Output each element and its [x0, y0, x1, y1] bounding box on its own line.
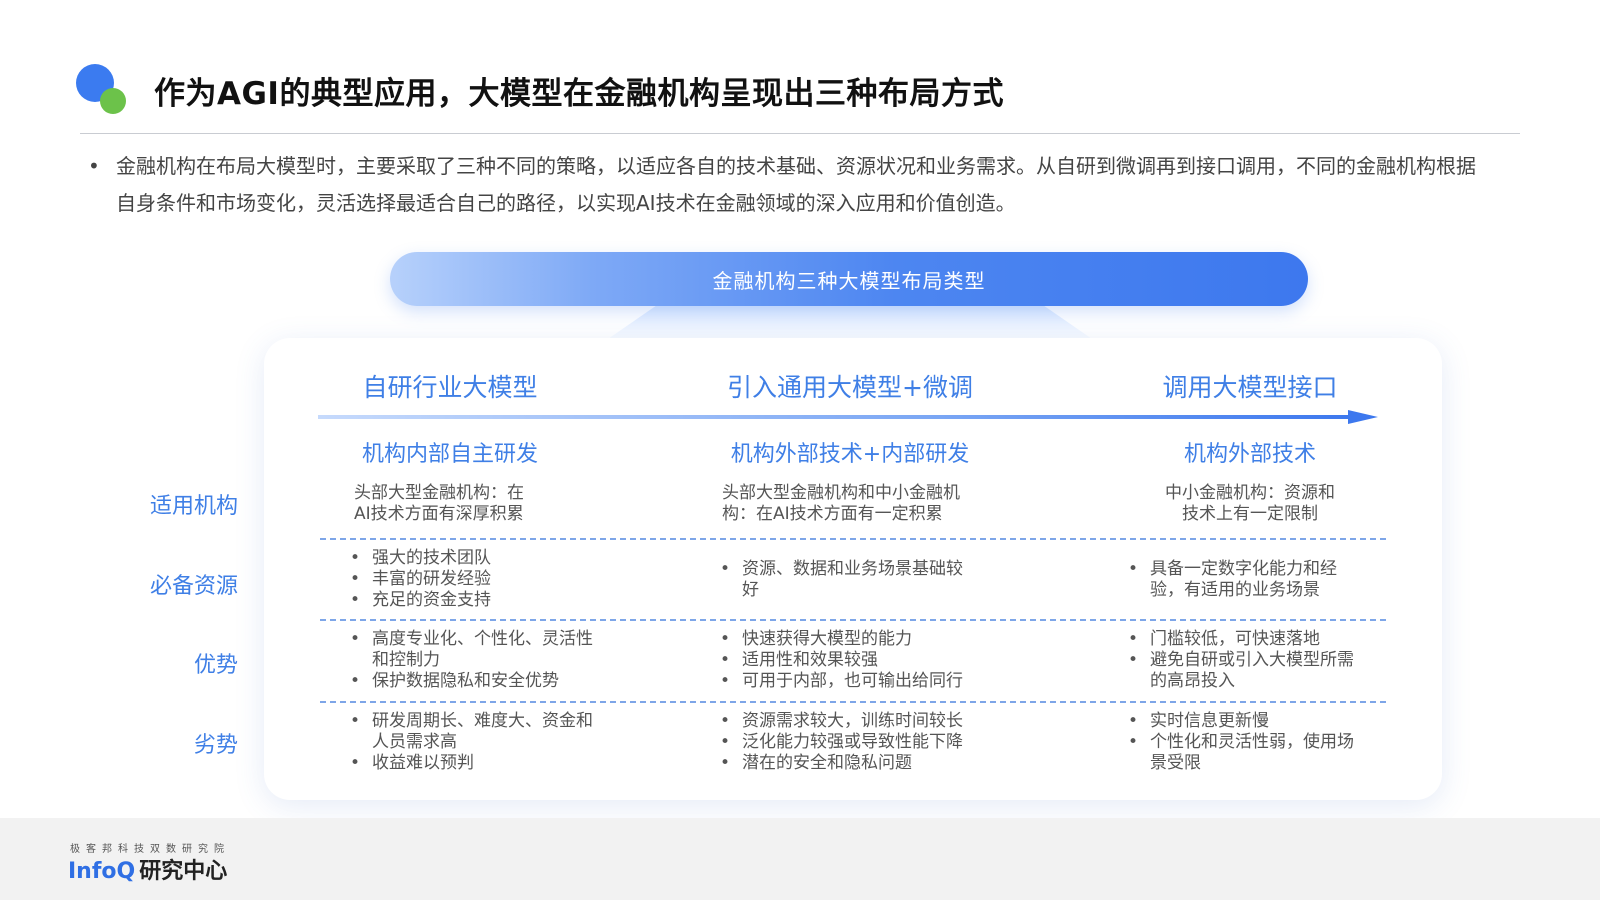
cell-disadvantages-col1: 研发周期长、难度大、资金和人员需求高 收益难以预判 — [348, 711, 608, 774]
cell-applicable-col2: 头部大型金融机构和中小金融机 构：在AI技术方面有一定积累 — [722, 483, 1012, 525]
progression-arrow — [318, 410, 1378, 424]
list-item: 可用于内部，也可输出给同行 — [718, 671, 1008, 692]
row-divider — [320, 701, 1386, 703]
list-item: 强大的技术团队 — [348, 548, 628, 569]
list-item: 具备一定数字化能力和经验，有适用的业务场景 — [1126, 559, 1366, 601]
cell-line: AI技术方面有深厚积累 — [354, 504, 524, 524]
cell-resources-col1: 强大的技术团队 丰富的研发经验 充足的资金支持 — [348, 548, 628, 611]
logo-green-dot — [100, 88, 126, 114]
cell-line: 构：在AI技术方面有一定积累 — [722, 504, 943, 524]
col-sub-api: 机构外部技术 — [1183, 442, 1316, 467]
cell-resources-col2: 资源、数据和业务场景基础较好 — [718, 559, 968, 601]
intro-paragraph: • 金融机构在布局大模型时，主要采取了三种不同的策略，以适应各自的技术基础、资源… — [88, 148, 1488, 222]
intro-bullet: • — [88, 154, 100, 178]
cell-applicable-col1: 头部大型金融机构：在 AI技术方面有深厚积累 — [354, 483, 614, 525]
row-label-applicable: 适用机构 — [149, 494, 238, 519]
footer-brand-logo: InfoQ 研究中心 — [68, 853, 227, 885]
cell-disadvantages-col2: 资源需求较大，训练时间较长 泛化能力较强或导致性能下降 潜在的安全和隐私问题 — [718, 711, 1008, 774]
cell-line: 头部大型金融机构和中小金融机 — [722, 483, 960, 503]
brand-research-center: 研究中心 — [139, 859, 228, 884]
list-item: 避免自研或引入大模型所需的高昂投入 — [1126, 650, 1366, 692]
list-item: 保护数据隐私和安全优势 — [348, 671, 608, 692]
list-item: 高度专业化、个性化、灵活性和控制力 — [348, 629, 608, 671]
footer-bar — [0, 818, 1600, 900]
row-divider — [320, 538, 1386, 540]
cell-resources-col3: 具备一定数字化能力和经验，有适用的业务场景 — [1126, 559, 1366, 601]
list-item: 收益难以预判 — [348, 753, 608, 774]
list-item: 门槛较低，可快速落地 — [1126, 629, 1366, 650]
list-item: 个性化和灵活性弱，使用场景受限 — [1126, 732, 1366, 774]
row-divider — [320, 619, 1386, 621]
cell-advantages-col1: 高度专业化、个性化、灵活性和控制力 保护数据隐私和安全优势 — [348, 629, 608, 692]
cell-advantages-col2: 快速获得大模型的能力 适用性和效果较强 可用于内部，也可输出给同行 — [718, 629, 1008, 692]
cell-line: 头部大型金融机构：在 — [354, 483, 524, 503]
cell-disadvantages-col3: 实时信息更新慢 个性化和灵活性弱，使用场景受限 — [1126, 711, 1366, 774]
brand-infoq: InfoQ — [68, 859, 136, 884]
page-title: 作为AGI的典型应用，大模型在金融机构呈现出三种布局方式 — [154, 76, 1004, 112]
col-title-api: 调用大模型接口 — [1162, 373, 1338, 402]
col-title-fine-tune: 引入通用大模型+微调 — [727, 373, 973, 402]
list-item: 泛化能力较强或导致性能下降 — [718, 732, 1008, 753]
row-label-advantages: 优势 — [193, 653, 238, 678]
list-item: 适用性和效果较强 — [718, 650, 1008, 671]
list-item: 充足的资金支持 — [348, 590, 628, 611]
banner-glow — [606, 300, 1094, 340]
list-item: 实时信息更新慢 — [1126, 711, 1366, 732]
row-label-resources: 必备资源 — [149, 574, 238, 599]
list-item: 研发周期长、难度大、资金和人员需求高 — [348, 711, 608, 753]
cell-applicable-col3: 中小金融机构：资源和 技术上有一定限制 — [1120, 483, 1380, 525]
cell-advantages-col3: 门槛较低，可快速落地 避免自研或引入大模型所需的高昂投入 — [1126, 629, 1366, 692]
col-title-self-developed: 自研行业大模型 — [362, 373, 538, 402]
list-item: 资源需求较大，训练时间较长 — [718, 711, 1008, 732]
intro-text: 金融机构在布局大模型时，主要采取了三种不同的策略，以适应各自的技术基础、资源状况… — [116, 154, 1476, 215]
cell-line: 中小金融机构：资源和 — [1165, 483, 1335, 503]
list-item: 快速获得大模型的能力 — [718, 629, 1008, 650]
diagram-banner: 金融机构三种大模型布局类型 — [390, 252, 1308, 306]
title-divider — [80, 133, 1520, 134]
cell-line: 技术上有一定限制 — [1182, 504, 1318, 524]
list-item: 丰富的研发经验 — [348, 569, 628, 590]
row-label-disadvantages: 劣势 — [193, 733, 238, 758]
list-item: 潜在的安全和隐私问题 — [718, 753, 1008, 774]
list-item: 资源、数据和业务场景基础较好 — [718, 559, 968, 601]
col-sub-self-developed: 机构内部自主研发 — [361, 442, 538, 467]
col-sub-fine-tune: 机构外部技术+内部研发 — [730, 442, 970, 467]
logo-dots — [76, 64, 130, 118]
